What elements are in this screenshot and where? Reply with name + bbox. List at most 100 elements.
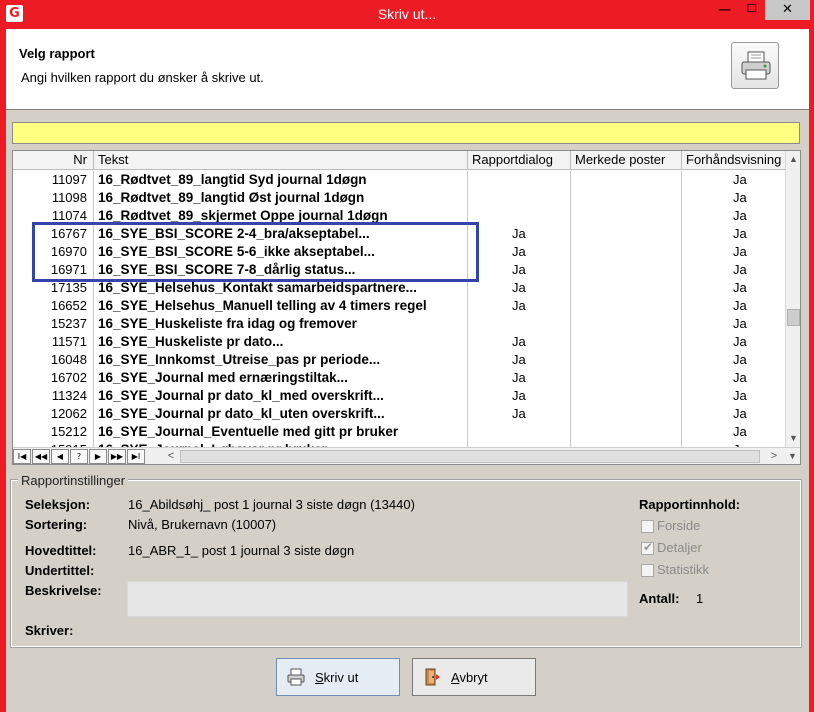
column-header-merkede-poster[interactable]: Merkede poster	[571, 151, 682, 170]
cell-forhandsvisning: Ja	[733, 298, 747, 313]
sortering-value: Nivå, Brukernavn (10007)	[128, 517, 277, 532]
cell-merkede-poster	[571, 315, 682, 333]
cell-nr: 16702	[13, 369, 94, 387]
prev-record-button[interactable]: ◀	[51, 449, 69, 464]
statistikk-label: Statistikk	[657, 562, 710, 577]
printer-button[interactable]	[731, 42, 779, 89]
cell-forhandsvisning: Ja	[733, 208, 747, 223]
table-row[interactable]: 16702 16_SYE_Journal med ernæringstiltak.…	[13, 369, 785, 387]
table-row[interactable]: 16048 16_SYE_Innkomst_Utreise_pas pr peri…	[13, 351, 785, 369]
cell-forhandsvisning: Ja	[733, 406, 747, 421]
cell-rapportdialog: Ja	[468, 369, 571, 387]
vertical-scroll-thumb[interactable]	[787, 309, 800, 326]
horizontal-scrollbar[interactable]: < > ▼	[163, 448, 800, 464]
skriver-label: Skriver:	[25, 623, 74, 638]
print-button[interactable]: Skriv ut	[276, 658, 400, 696]
column-header-tekst[interactable]: Tekst	[94, 151, 468, 170]
status-bar-yellow	[12, 122, 800, 144]
detaljer-label: Detaljer	[657, 540, 702, 555]
printer-small-icon	[287, 668, 305, 686]
beskrivelse-label: Beskrivelse:	[25, 583, 102, 598]
table-row[interactable]: 11098 16_Rødtvet_89_langtid Øst journal 1…	[13, 189, 785, 207]
cell-tekst: 16_SYE_Journal med ernæringstiltak...	[94, 369, 468, 387]
minimize-button[interactable]: —	[711, 0, 738, 20]
scroll-down-small-icon[interactable]: ▼	[785, 448, 800, 464]
table-row[interactable]: 11571 16_SYE_Huskeliste pr dato... Ja Ja	[13, 333, 785, 351]
cell-tekst: 16_Rødtvet_89_langtid Syd journal 1døgn	[94, 171, 468, 189]
cell-rapportdialog: Ja	[468, 261, 571, 279]
cell-merkede-poster	[571, 171, 682, 189]
cell-merkede-poster	[571, 423, 682, 441]
prev-page-button[interactable]: ◀◀	[32, 449, 50, 464]
cell-rapportdialog: Ja	[468, 351, 571, 369]
last-record-button[interactable]: ▶I	[127, 449, 145, 464]
cell-tekst: 16_SYE_Journal_Eventuelle med gitt pr br…	[94, 423, 468, 441]
cell-rapportdialog: Ja	[468, 225, 571, 243]
undertittel-label: Undertittel:	[25, 563, 95, 578]
cell-merkede-poster	[571, 351, 682, 369]
hovedtittel-value: 16_ABR_1_ post 1 journal 3 siste døgn	[128, 543, 355, 558]
cell-nr: 16048	[13, 351, 94, 369]
cancel-button[interactable]: Avbryt	[412, 658, 536, 696]
column-header-forhandsvisning[interactable]: Forhåndsvisning	[682, 151, 785, 170]
cell-rapportdialog	[468, 315, 571, 333]
scroll-up-icon[interactable]: ▲	[786, 151, 800, 168]
table-row[interactable]: 15212 16_SYE_Journal_Eventuelle med gitt …	[13, 423, 785, 441]
cell-forhandsvisning: Ja	[733, 424, 747, 439]
column-header-rapportdialog[interactable]: Rapportdialog	[468, 151, 571, 170]
scroll-right-icon[interactable]: >	[766, 448, 782, 464]
cell-merkede-poster	[571, 225, 682, 243]
cell-rapportdialog	[468, 189, 571, 207]
cell-rapportdialog: Ja	[468, 243, 571, 261]
dialog-window: G Skriv ut... — ☐ ✕ Velg rapport Angi hv…	[0, 0, 814, 712]
cell-nr: 11324	[13, 387, 94, 405]
scroll-down-icon[interactable]: ▼	[786, 430, 800, 447]
cell-forhandsvisning: Ja	[733, 316, 747, 331]
maximize-button[interactable]: ☐	[738, 0, 765, 20]
print-button-label: Skriv ut	[315, 670, 359, 685]
grid-header: Nr Tekst Rapportdialog Merkede poster Fo…	[13, 151, 785, 170]
forside-checkbox[interactable]	[641, 520, 654, 533]
printer-icon	[741, 51, 771, 80]
horizontal-scroll-thumb[interactable]	[180, 450, 760, 463]
cell-tekst: 16_SYE_Huskeliste fra idag og fremover	[94, 315, 468, 333]
dialog-content: Velg rapport Angi hvilken rapport du øns…	[6, 29, 809, 712]
first-record-button[interactable]: I◀	[13, 449, 31, 464]
next-record-button[interactable]: ▶	[89, 449, 107, 464]
table-row[interactable]: 11097 16_Rødtvet_89_langtid Syd journal 1…	[13, 171, 785, 189]
cell-nr: 15237	[13, 315, 94, 333]
cell-merkede-poster	[571, 405, 682, 423]
report-grid[interactable]: Nr Tekst Rapportdialog Merkede poster Fo…	[12, 150, 801, 465]
cell-merkede-poster	[571, 369, 682, 387]
cell-forhandsvisning: Ja	[733, 280, 747, 295]
grid-body: 11097 16_Rødtvet_89_langtid Syd journal 1…	[13, 171, 785, 447]
vertical-scrollbar[interactable]: ▲ ▼	[785, 151, 800, 447]
next-page-button[interactable]: ▶▶	[108, 449, 126, 464]
cell-forhandsvisning: Ja	[733, 334, 747, 349]
cell-nr: 11097	[13, 171, 94, 189]
cell-merkede-poster	[571, 387, 682, 405]
scroll-left-icon[interactable]: <	[163, 448, 179, 464]
table-row[interactable]: 16652 16_SYE_Helsehus_Manuell telling av …	[13, 297, 785, 315]
cell-rapportdialog	[468, 423, 571, 441]
cell-tekst: 16_SYE_Journal pr dato_kl_uten overskrif…	[94, 405, 468, 423]
cell-forhandsvisning: Ja	[733, 388, 747, 403]
table-row[interactable]: 15237 16_SYE_Huskeliste fra idag og fremo…	[13, 315, 785, 333]
cell-merkede-poster	[571, 261, 682, 279]
statistikk-checkbox[interactable]	[641, 564, 654, 577]
table-row[interactable]: 12062 16_SYE_Journal pr dato_kl_uten over…	[13, 405, 785, 423]
description-field[interactable]	[127, 581, 628, 617]
cell-nr: 16652	[13, 297, 94, 315]
table-row[interactable]: 11324 16_SYE_Journal pr dato_kl_med overs…	[13, 387, 785, 405]
cell-rapportdialog	[468, 171, 571, 189]
cell-forhandsvisning: Ja	[733, 262, 747, 277]
column-header-nr[interactable]: Nr	[13, 151, 94, 170]
help-button[interactable]: ?	[70, 449, 88, 464]
cell-merkede-poster	[571, 243, 682, 261]
close-button[interactable]: ✕	[765, 0, 810, 20]
cell-rapportdialog: Ja	[468, 387, 571, 405]
antall-label: Antall:	[639, 591, 680, 606]
cell-tekst: 16_SYE_Innkomst_Utreise_pas pr periode..…	[94, 351, 468, 369]
title-bar[interactable]: G Skriv ut... — ☐ ✕	[0, 0, 814, 29]
detaljer-checkbox[interactable]: ✔	[641, 540, 654, 555]
